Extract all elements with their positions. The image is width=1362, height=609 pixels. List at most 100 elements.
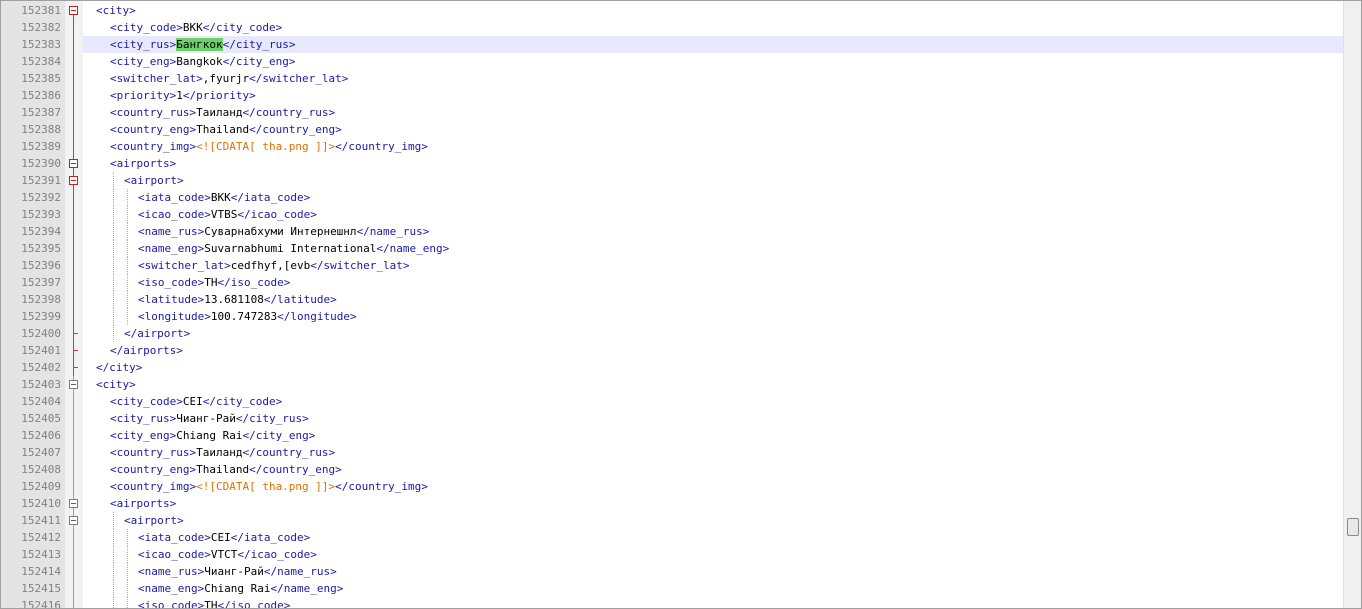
fold-toggle-icon[interactable]: [69, 159, 78, 168]
xml-tag: <city_rus>: [110, 38, 177, 51]
line-number: 152415: [21, 582, 61, 595]
code-line[interactable]: 152391 <airport>: [1, 172, 1344, 189]
code-line[interactable]: 152400 </airport>: [1, 325, 1344, 342]
fold-marker: [65, 223, 83, 240]
fold-marker: [65, 274, 83, 291]
code-line[interactable]: 152389 <country_img><![CDATA[ tha.png ]]>…: [1, 138, 1344, 155]
code-line[interactable]: 152414 <name_rus>Чианг-Рай</name_rus>: [1, 563, 1344, 580]
xml-tag: <airports>: [110, 497, 177, 510]
line-number: 152402: [21, 361, 61, 374]
fold-toggle-icon[interactable]: [69, 176, 78, 185]
code-line[interactable]: 152410 <airports>: [1, 495, 1344, 512]
line-number: 152391: [21, 174, 61, 187]
code-line[interactable]: 152392 <iata_code>BKK</iata_code>: [1, 189, 1344, 206]
line-number: 152401: [21, 344, 61, 357]
vertical-scrollbar[interactable]: [1343, 1, 1361, 608]
code-line[interactable]: 152402 </city>: [1, 359, 1344, 376]
xml-tag: <city_code>: [110, 395, 183, 408]
line-number: 152395: [21, 242, 61, 255]
scrollbar-thumb[interactable]: [1347, 518, 1359, 536]
code-text: <priority>1</priority>: [110, 87, 1344, 104]
code-line[interactable]: 152405 <city_rus>Чианг-Рай</city_rus>: [1, 410, 1344, 427]
code-line[interactable]: 152408 <country_eng>Thailand</country_eng…: [1, 461, 1344, 478]
fold-marker: [65, 19, 83, 36]
code-line[interactable]: 152416 <iso_code>TH</iso_code>: [1, 597, 1344, 608]
xml-tag: </icao_code>: [237, 548, 317, 561]
indent-guide: [127, 189, 128, 206]
xml-tag: </country_eng>: [249, 123, 342, 136]
code-line[interactable]: 152395 <name_eng>Suvarnabhumi Internation…: [1, 240, 1344, 257]
fold-toggle-icon[interactable]: [69, 6, 78, 15]
code-text: <iata_code>BKK</iata_code>: [138, 189, 1344, 206]
xml-tag: </name_eng>: [270, 582, 344, 595]
xml-tag: <name_rus>: [138, 565, 205, 578]
code-line[interactable]: 152398 <latitude>13.681108</latitude>: [1, 291, 1344, 308]
line-number: 152386: [21, 89, 61, 102]
code-text: <name_eng>Suvarnabhumi International</na…: [138, 240, 1344, 257]
code-line[interactable]: 152403 <city>: [1, 376, 1344, 393]
fold-marker: [65, 36, 83, 53]
xml-tag: </latitude>: [263, 293, 337, 306]
code-line[interactable]: 152412 <iata_code>CEI</iata_code>: [1, 529, 1344, 546]
code-line[interactable]: 152386 <priority>1</priority>: [1, 87, 1344, 104]
code-line[interactable]: 152415 <name_eng>Chiang Rai</name_eng>: [1, 580, 1344, 597]
fold-toggle-icon[interactable]: [69, 516, 78, 525]
xml-tag: <longitude>: [138, 310, 211, 323]
code-line[interactable]: 152411 <airport>: [1, 512, 1344, 529]
code-line[interactable]: 152388 <country_eng>Thailand</country_eng…: [1, 121, 1344, 138]
tag-value: Bangkok: [176, 55, 223, 68]
code-line[interactable]: 152387 <country_rus>Таиланд</country_rus>: [1, 104, 1344, 121]
fold-toggle-icon[interactable]: [69, 380, 78, 389]
line-number: 152406: [21, 429, 61, 442]
code-line[interactable]: 152413 <icao_code>VTCT</icao_code>: [1, 546, 1344, 563]
code-line[interactable]: 152393 <icao_code>VTBS</icao_code>: [1, 206, 1344, 223]
fold-marker[interactable]: [65, 155, 83, 172]
code-text: <city_rus>Чианг-Рай</city_rus>: [110, 410, 1344, 427]
indent-guide: [113, 546, 114, 563]
fold-toggle-icon[interactable]: [69, 499, 78, 508]
xml-tag: </country_img>: [335, 140, 428, 153]
indent-guide: [113, 189, 114, 206]
tag-value: cedfhyf,[evb: [230, 259, 311, 272]
indent-guide: [113, 325, 114, 342]
xml-tag: </city_code>: [202, 395, 283, 408]
code-line[interactable]: 152399 <longitude>100.747283</longitude>: [1, 308, 1344, 325]
code-line[interactable]: 152396 <switcher_lat>cedfhyf,[evb</switch…: [1, 257, 1344, 274]
line-number: 152408: [21, 463, 61, 476]
code-line[interactable]: 152390 <airports>: [1, 155, 1344, 172]
xml-tag: <country_eng>: [110, 123, 197, 136]
fold-marker[interactable]: [65, 495, 83, 512]
code-line[interactable]: 152406 <city_eng>Chiang Rai</city_eng>: [1, 427, 1344, 444]
code-line[interactable]: 152407 <country_rus>Таиланд</country_rus>: [1, 444, 1344, 461]
code-line[interactable]: 152383 <city_rus>Бангкок</city_rus>: [1, 36, 1344, 53]
tag-value: VTBS: [210, 208, 238, 221]
code-text: <switcher_lat>cedfhyf,[evb</switcher_lat…: [138, 257, 1344, 274]
code-line[interactable]: 152397 <iso_code>TH</iso_code>: [1, 274, 1344, 291]
fold-marker[interactable]: [65, 376, 83, 393]
code-line[interactable]: 152394 <name_rus>Суварнабхуми Интернешнл<…: [1, 223, 1344, 240]
code-line[interactable]: 152381 <city>: [1, 2, 1344, 19]
indent-guide: [113, 172, 114, 189]
code-line[interactable]: 152401 </airports>: [1, 342, 1344, 359]
code-line[interactable]: 152385 <switcher_lat>,fyurjr</switcher_la…: [1, 70, 1344, 87]
code-editor[interactable]: 152381 <city> 152382 <city_code>BKK</city_c…: [0, 0, 1362, 609]
indent-guide: [113, 597, 114, 608]
xml-tag: </name_rus>: [263, 565, 337, 578]
line-number: 152381: [21, 4, 61, 17]
code-line[interactable]: 152409 <country_img><![CDATA[ tha.png ]]>…: [1, 478, 1344, 495]
code-text: <city_code>CEI</city_code>: [110, 393, 1344, 410]
code-line[interactable]: 152404 <city_code>CEI</city_code>: [1, 393, 1344, 410]
fold-marker[interactable]: [65, 2, 83, 19]
line-number: 152392: [21, 191, 61, 204]
code-line[interactable]: 152384 <city_eng>Bangkok</city_eng>: [1, 53, 1344, 70]
code-area[interactable]: 152381 <city> 152382 <city_code>BKK</city_c…: [1, 2, 1344, 608]
fold-marker[interactable]: [65, 512, 83, 529]
code-line[interactable]: 152382 <city_code>BKK</city_code>: [1, 19, 1344, 36]
xml-tag: </country_rus>: [242, 446, 336, 459]
cdata-section: <![CDATA[ tha.png ]]>: [196, 480, 336, 493]
indent-guide: [127, 308, 128, 325]
fold-marker[interactable]: [65, 172, 83, 189]
xml-tag: <switcher_lat>: [110, 72, 203, 85]
indent-guide: [113, 274, 114, 291]
fold-marker: [65, 359, 83, 376]
